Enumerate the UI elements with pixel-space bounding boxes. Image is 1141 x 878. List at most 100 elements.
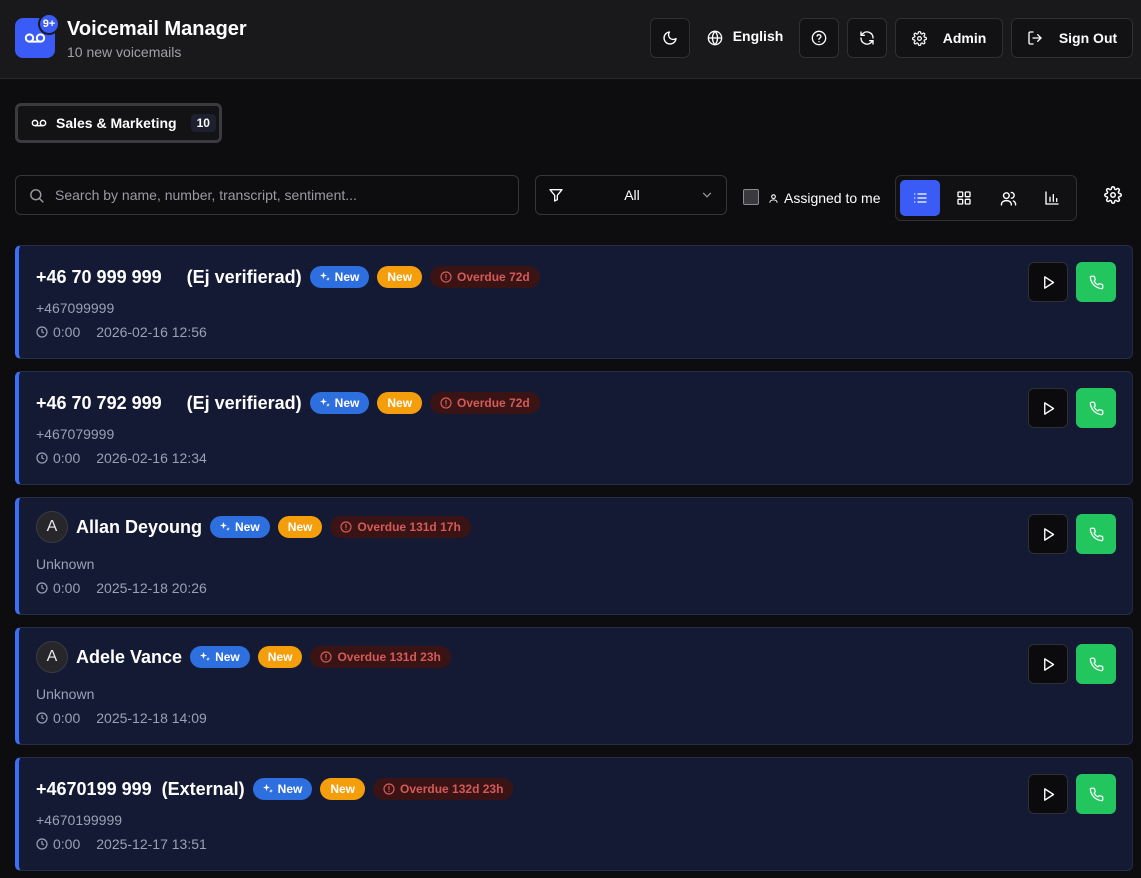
call-back-button[interactable] [1076,644,1116,684]
list-view-button[interactable] [900,180,940,216]
call-back-button[interactable] [1076,262,1116,302]
caller-number: Unknown [36,686,95,702]
alert-circle-icon [340,521,352,533]
sparkle-icon [319,398,330,407]
new-status-badge: New [377,392,423,414]
ai-new-badge: New [309,392,370,414]
call-back-button[interactable] [1076,774,1116,814]
search-box [15,175,519,215]
team-view-button[interactable] [988,180,1028,216]
clock-icon [36,326,48,338]
sign-out-button[interactable]: Sign Out [1011,18,1133,58]
overdue-label: Overdue 131d 23h [337,650,441,664]
sparkle-icon [200,652,210,661]
app-header: 9+ Voicemail Manager 10 new voicemails E… [0,0,1141,79]
alert-circle-icon [320,651,333,663]
call-back-button[interactable] [1076,388,1116,428]
ai-new-badge: New [190,646,250,668]
app-subtitle: 10 new voicemails [67,44,182,60]
settings-gear-icon[interactable] [1104,186,1122,204]
search-icon [30,188,44,203]
assigned-to-me-checkbox[interactable] [743,189,759,205]
play-button[interactable] [1028,388,1068,428]
sparkle-icon [220,522,230,531]
refresh-button[interactable] [847,18,887,58]
voicemail-meta: 0:00 2025-12-18 14:09 [36,710,207,726]
list-icon [914,193,927,203]
assigned-to-me-label[interactable]: Assigned to me [768,190,881,206]
play-icon [1043,401,1054,415]
filter-value: All [624,187,640,203]
play-button[interactable] [1028,514,1068,554]
play-button[interactable] [1028,774,1068,814]
grid-icon [957,191,971,205]
phone-icon [1089,787,1103,801]
overdue-label: Overdue 132d 23h [400,782,504,796]
play-icon [1043,787,1054,801]
timestamp: 2026-02-16 12:34 [96,450,207,466]
admin-button[interactable]: Admin [895,18,1003,58]
play-icon [1043,275,1054,289]
duration: 0:00 [53,580,81,596]
stats-view-button[interactable] [1032,180,1072,216]
alert-circle-icon [440,397,452,409]
play-icon [1043,657,1054,671]
overdue-label: Overdue 72d [457,270,530,284]
duration: 0:00 [53,450,81,466]
play-button[interactable] [1028,644,1068,684]
voicemail-card[interactable]: +46 70 792 999 (Ej verifierad) New New O… [15,371,1133,485]
admin-label: Admin [942,30,987,46]
chevron-down-icon [702,192,712,198]
filter-icon [549,189,563,202]
phone-icon [1089,275,1103,289]
phone-icon [1089,657,1103,671]
voicemail-card[interactable]: +4670199 999 (External) New New Overdue … [15,757,1133,871]
timestamp: 2025-12-17 13:51 [96,836,207,852]
help-button[interactable] [799,18,839,58]
search-input[interactable] [55,187,495,203]
bar-chart-icon [1045,191,1059,205]
clock-icon [36,712,48,724]
caller-name: +46 70 792 999 (Ej verifierad) [36,392,302,413]
assigned-to-me-text: Assigned to me [784,190,881,206]
theme-toggle-button[interactable] [650,18,690,58]
ai-new-badge: New [252,778,313,800]
voicemail-card[interactable]: +46 70 999 999 (Ej verifierad) New New O… [15,245,1133,359]
clock-icon [36,452,48,464]
voicemail-meta: 0:00 2025-12-17 13:51 [36,836,207,852]
phone-icon [1089,401,1103,415]
new-status-badge: New [257,646,303,668]
ai-new-label: New [235,520,260,534]
duration: 0:00 [53,836,81,852]
group-count-badge: 10 [190,114,216,132]
overdue-badge: Overdue 72d [430,266,540,288]
duration: 0:00 [53,710,81,726]
sparkle-icon [262,784,273,793]
grid-view-button[interactable] [944,180,984,216]
ai-new-badge: New [210,516,270,538]
overdue-badge: Overdue 132d 23h [373,778,514,800]
timestamp: 2025-12-18 14:09 [96,710,207,726]
phone-icon [1089,527,1103,541]
sign-out-label: Sign Out [1058,30,1118,46]
avatar: A [36,641,68,673]
overdue-label: Overdue 131d 17h [357,520,461,534]
new-status-badge: New [277,516,323,538]
language-button[interactable]: English [702,18,788,58]
voicemail-card[interactable]: A Adele Vance New New Overdue 131d 23h U… [15,627,1133,745]
help-icon [811,30,827,46]
play-button[interactable] [1028,262,1068,302]
overdue-label: Overdue 72d [457,396,530,410]
group-tab-label: Sales & Marketing [56,115,177,131]
caller-name: Allan Deyoung [76,516,203,537]
moon-icon [663,31,677,45]
call-back-button[interactable] [1076,514,1116,554]
filter-dropdown[interactable]: All [535,175,727,215]
ai-new-label: New [277,782,303,796]
caller-number: +4670199999 [36,812,123,828]
sign-out-icon [1028,31,1042,45]
voicemail-card[interactable]: A Allan Deyoung New New Overdue 131d 17h… [15,497,1133,615]
group-tab-sales-marketing[interactable]: Sales & Marketing 10 [15,103,222,143]
voicemail-meta: 0:00 2026-02-16 12:34 [36,450,207,466]
voicemail-meta: 0:00 2026-02-16 12:56 [36,324,207,340]
